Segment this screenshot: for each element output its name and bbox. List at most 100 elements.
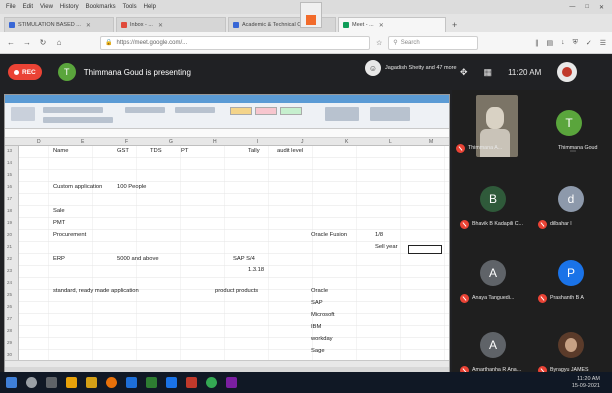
cell[interactable]: ERP (53, 256, 65, 262)
participant-tile[interactable]: A Anaya Tanguedi... (456, 246, 530, 306)
participant-tile[interactable]: d dilbahar l (534, 172, 608, 232)
menu-help[interactable]: Help (144, 4, 156, 10)
cell[interactable]: Microsoft (311, 312, 335, 318)
cell[interactable]: Tally (248, 148, 260, 154)
mic-off-icon (456, 144, 465, 153)
participants-summary[interactable]: ☺ Jagadish Shetty and 47 more (365, 60, 457, 76)
menu-view[interactable]: View (40, 4, 53, 10)
cell[interactable]: 100 People (117, 184, 146, 190)
cell[interactable]: PT (181, 148, 188, 154)
home-icon[interactable]: ⌂ (54, 38, 64, 47)
sort-filter-icons (370, 107, 410, 121)
url-input[interactable]: 🔒 https://meet.google.com/... (100, 35, 370, 50)
cell[interactable]: Procurement (53, 232, 86, 238)
close-icon[interactable]: ✕ (379, 22, 384, 29)
reload-icon[interactable]: ↻ (38, 38, 48, 47)
cell[interactable]: 5000 and above (117, 256, 159, 262)
extension-icon[interactable]: ✓ (586, 39, 592, 47)
row-number: 29 (7, 340, 13, 345)
task-view-icon[interactable] (46, 377, 57, 388)
participant-name: Prashanth B A (550, 295, 584, 301)
tab-inbox[interactable]: Inbox - ... ✕ (116, 17, 226, 32)
cell[interactable]: 1/8 (375, 232, 383, 238)
back-icon[interactable]: ← (6, 38, 16, 47)
close-icon[interactable]: ✕ (158, 22, 163, 29)
system-clock[interactable]: 11:20 AM 15-09-2021 (572, 376, 612, 390)
cell[interactable]: PMT (53, 220, 65, 226)
menu-icon[interactable]: ☰ (600, 39, 606, 47)
firefox-icon[interactable] (106, 377, 117, 388)
cell[interactable]: Custom application (53, 184, 102, 190)
formula-bar[interactable] (5, 129, 449, 138)
app-icon[interactable] (86, 377, 97, 388)
selected-cell[interactable] (408, 245, 442, 254)
cell[interactable]: Oracle Fusion (311, 232, 347, 238)
close-window-icon[interactable]: ✕ (599, 4, 604, 11)
menu-tools[interactable]: Tools (123, 4, 137, 10)
mic-off-icon (538, 294, 547, 303)
search-icon[interactable] (26, 377, 37, 388)
cell[interactable]: GST (117, 148, 129, 154)
participant-tile[interactable]: T Thimmana Goud (532, 96, 606, 156)
row-number: 28 (7, 328, 13, 333)
cell[interactable]: product products (215, 288, 258, 294)
menu-edit[interactable]: Edit (23, 4, 33, 10)
edge-icon[interactable] (126, 377, 137, 388)
cell[interactable]: SAP S/4 (233, 256, 255, 262)
cell[interactable]: workday (311, 336, 333, 342)
fullscreen-icon[interactable]: ▦ (484, 67, 493, 78)
self-avatar[interactable] (557, 62, 578, 82)
sheet-tabs[interactable] (5, 360, 449, 367)
cell[interactable]: standard, ready made application (53, 288, 139, 294)
download-icon[interactable]: ↓ (561, 39, 565, 47)
row-number: 22 (7, 256, 13, 261)
menu-history[interactable]: History (60, 4, 79, 10)
maximize-icon[interactable]: □ (585, 4, 589, 11)
new-tab-button[interactable]: + (448, 17, 461, 32)
cell[interactable]: Sage (311, 348, 325, 354)
spreadsheet-window: D E F G H I J K L M 13 14 15 16 17 18 19… (4, 94, 450, 392)
cell[interactable]: Oracle (311, 288, 328, 294)
bookmark-star-icon[interactable]: ☆ (376, 39, 382, 47)
search-input[interactable]: ⚲ Search (388, 35, 479, 50)
recording-badge[interactable]: REC (8, 64, 42, 80)
cell[interactable]: Sell year (375, 244, 398, 250)
chrome-icon[interactable] (206, 377, 217, 388)
cell[interactable]: IBM (311, 324, 321, 330)
shield-icon[interactable]: ⛨ (573, 39, 578, 47)
participant-tile[interactable]: Byragyu JAMES (534, 318, 608, 378)
close-icon[interactable]: ✕ (86, 22, 91, 29)
window-controls: — □ ✕ (569, 4, 612, 11)
cell[interactable]: Sale (53, 208, 65, 214)
excel-icon[interactable] (146, 377, 157, 388)
library-icon[interactable]: ∥ (535, 39, 539, 47)
minimize-icon[interactable]: — (569, 4, 575, 11)
participant-avatar: T (556, 110, 582, 136)
mic-off-icon (538, 220, 547, 229)
participant-tile[interactable]: B Bhavik B Kadapili C... (456, 172, 530, 232)
participant-avatar: P (558, 260, 584, 286)
cell[interactable]: 1.3.18 (248, 267, 264, 273)
teams-icon[interactable] (226, 377, 237, 388)
powerpoint-icon[interactable] (186, 377, 197, 388)
tab-stimulation[interactable]: STIMULATION BASED ... ✕ (4, 17, 114, 32)
word-icon[interactable] (166, 377, 177, 388)
participant-tile[interactable]: Thimmana A... (452, 96, 526, 156)
tab-meet[interactable]: Meet - ... ✕ (338, 17, 446, 32)
sidebar-icon[interactable]: ▤ (546, 39, 553, 47)
windows-start-icon[interactable] (6, 377, 17, 388)
cell-grid[interactable] (5, 146, 449, 360)
forward-icon[interactable]: → (22, 38, 32, 47)
folder-icon[interactable] (66, 377, 77, 388)
menu-file[interactable]: File (6, 4, 16, 10)
participant-tile[interactable]: P Prashanth B A (534, 246, 608, 306)
menu-bookmarks[interactable]: Bookmarks (86, 4, 116, 10)
cell[interactable]: TDS (150, 148, 162, 154)
layout-icon[interactable]: ✥ (460, 67, 468, 78)
cell[interactable]: SAP (311, 300, 323, 306)
participant-tile[interactable]: A Amarthanha R Ana... (456, 318, 530, 378)
cell[interactable]: audit level (277, 148, 303, 154)
address-bar: ← → ↻ ⌂ 🔒 https://meet.google.com/... ☆ … (0, 32, 612, 54)
meeting-time: 11:20 AM (508, 67, 542, 77)
cell[interactable]: Name (53, 148, 68, 154)
